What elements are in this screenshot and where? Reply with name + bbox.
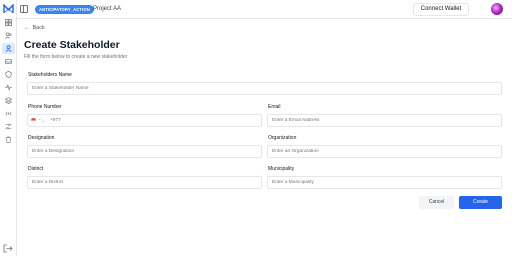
top-bar: ANTICIPATORY_ACTION Project AA Connect W… [17,0,512,19]
organization-label: Organization [268,135,297,141]
dashboard-icon[interactable] [2,17,15,28]
connect-wallet-button[interactable]: Connect Wallet [413,3,469,16]
designation-label: Designation [28,135,55,141]
phone-number-label: Phone Number [28,104,62,110]
avatar[interactable] [491,3,503,15]
stakeholders-icon[interactable] [2,43,15,54]
email-input[interactable] [267,114,502,127]
nepal-flag-icon[interactable] [31,118,36,123]
district-label: District [28,166,44,172]
chevron-updown-icon[interactable]: ⌃⌄ [38,115,45,126]
page-subtitle: Fill the form below to create a new stak… [24,54,128,60]
municipality-label: Municipality [268,166,295,172]
project-name: Project AA [93,6,122,12]
broadcast-icon[interactable] [2,108,15,119]
shield-icon[interactable] [2,69,15,80]
phone-country-code: +977 [50,118,61,123]
email-label: Email [268,104,281,110]
app-logo-icon[interactable] [3,4,14,14]
sidebar [0,0,17,256]
municipality-input[interactable] [267,176,502,189]
back-label: Back [32,25,45,31]
create-button[interactable]: Create [459,196,502,209]
stakeholder-name-label: Stakeholders Name [28,72,72,78]
designation-input[interactable] [27,145,262,158]
logout-icon[interactable] [3,244,13,253]
stakeholder-name-input[interactable] [27,82,502,95]
users-icon[interactable] [2,30,15,41]
sliders-icon[interactable] [2,121,15,132]
organization-input[interactable] [267,145,502,158]
cancel-button[interactable]: Cancel [419,196,454,209]
phone-number-input[interactable]: ⌃⌄ +977 [27,114,262,127]
sidebar-toggle-icon[interactable] [20,5,28,13]
trash-icon[interactable] [2,134,15,145]
activity-icon[interactable] [2,82,15,93]
district-input[interactable] [27,176,262,189]
project-type-badge: ANTICIPATORY_ACTION [35,5,94,14]
inbox-icon[interactable] [2,56,15,67]
layers-icon[interactable] [2,95,15,106]
arrow-left-icon: ← [24,25,30,31]
back-link[interactable]: ← Back [24,25,45,32]
page-title: Create Stakeholder [24,39,120,51]
